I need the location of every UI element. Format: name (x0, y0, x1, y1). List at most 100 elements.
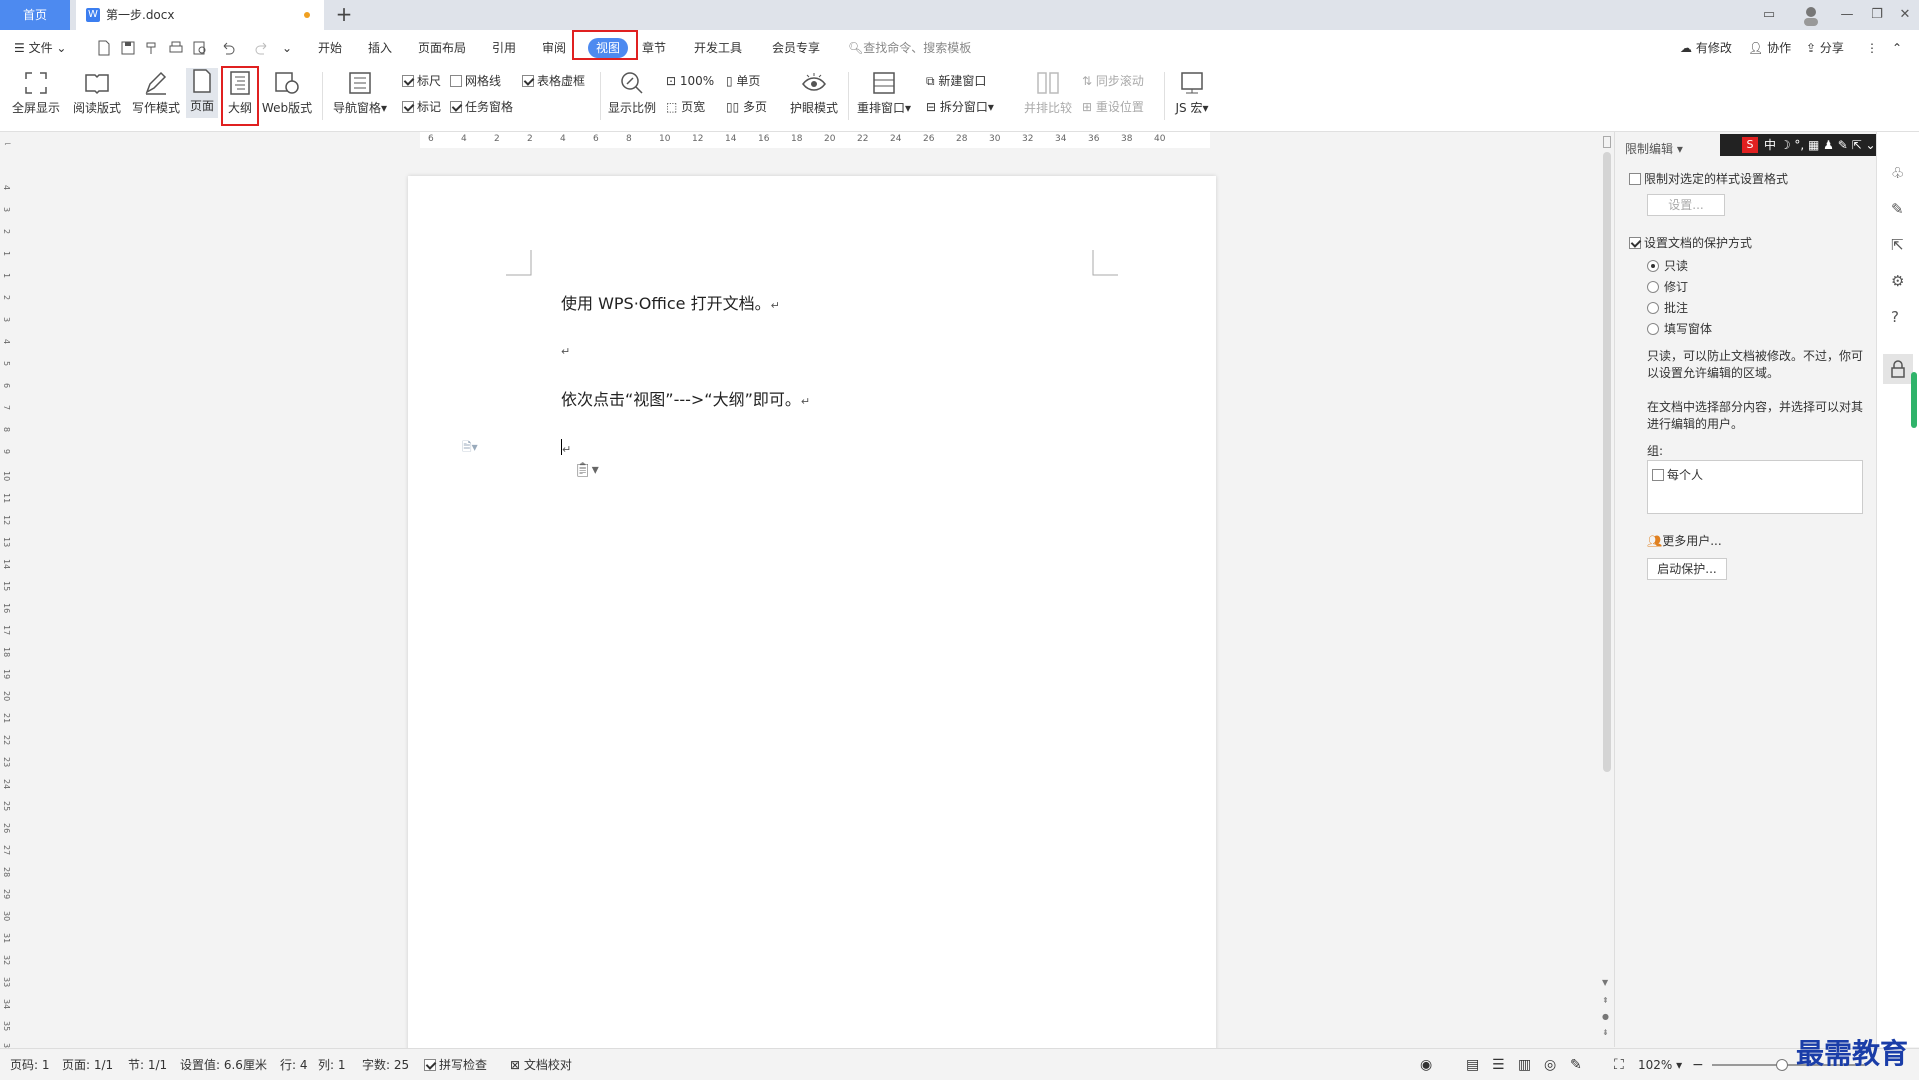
zoom-slider-thumb[interactable] (1776, 1059, 1788, 1071)
reset-position-button[interactable]: ⊞ 重设位置 (1082, 98, 1144, 116)
menu-start[interactable]: 开始 (318, 30, 342, 66)
print-icon[interactable] (168, 40, 184, 56)
scroll-down-icon[interactable]: ▼ (1602, 978, 1608, 987)
new-doc-icon[interactable] (96, 40, 112, 56)
collaborate-button[interactable]: 👤︎ 协作 (1748, 30, 1791, 66)
menu-insert[interactable]: 插入 (368, 30, 392, 66)
fit-page-icon[interactable]: ⛶ (1614, 1049, 1624, 1080)
status-pages[interactable]: 页面: 1/1 (62, 1049, 113, 1080)
outline-view-icon[interactable]: ☰ (1492, 1049, 1505, 1080)
read-mode-button[interactable]: 阅读版式 (70, 70, 124, 116)
select-browse-icon[interactable]: ● (1602, 1012, 1609, 1021)
doc-paragraph-3[interactable]: 依次点击“视图”--->“大纲”即可。↵ (561, 386, 810, 410)
command-search[interactable]: 🔍︎查找命令、搜索模板 (848, 30, 971, 66)
sync-scroll-button[interactable]: ⇅ 同步滚动 (1082, 72, 1144, 90)
zoom-button[interactable]: 显示比例 (604, 70, 660, 116)
more-users-link[interactable]: 👥︎更多用户... (1647, 532, 1722, 549)
ruler-checkbox[interactable]: 标尺 (402, 72, 441, 90)
eye-mode-icon[interactable]: ◉ (1420, 1049, 1432, 1080)
menu-dev-tools[interactable]: 开发工具 (694, 30, 742, 66)
radio-comment[interactable]: 批注 (1647, 299, 1688, 316)
zoom-100-button[interactable]: ⊡ 100% (666, 72, 714, 90)
minimize-button[interactable]: — (1836, 5, 1858, 25)
horizontal-ruler[interactable]: 6 4 2 2 4 6 8 10 12 14 16 18 20 22 24 26 28 30 32 34 36 38 40 (420, 132, 1210, 148)
write-mode-button[interactable]: 写作模式 (130, 70, 182, 116)
scroll-thumb[interactable] (1603, 152, 1611, 772)
web-view-button[interactable]: Web版式 (260, 70, 314, 116)
zoom-out-button[interactable]: − (1692, 1049, 1704, 1080)
table-frame-checkbox[interactable]: 表格虚框 (522, 72, 585, 90)
vertical-ruler[interactable]: 4 3 2 1 1 2 3 4 5 6 7 8 9 10 11 12 13 14 15 16 17 18 19 20 21 22 2… (0, 145, 16, 1053)
paragraph-handle-icon[interactable]: 🗎▾ (462, 438, 478, 459)
spell-check-button[interactable]: 拼写检查 (424, 1049, 487, 1080)
next-page-icon[interactable]: ⇟ (1602, 1028, 1609, 1037)
doc-paragraph-4[interactable]: ↵ (561, 438, 571, 457)
share-button[interactable]: ⇪ 分享 (1806, 30, 1844, 66)
menu-view[interactable]: 视图 (588, 38, 629, 58)
status-row[interactable]: 行: 4 (280, 1049, 308, 1080)
fullscreen-button[interactable]: 全屏显示 (10, 70, 62, 116)
document-page[interactable] (408, 176, 1216, 1056)
everyone-checkbox[interactable]: 每个人 (1652, 466, 1703, 483)
tab-document[interactable]: W 第一步.docx (76, 0, 324, 30)
menu-references[interactable]: 引用 (492, 30, 516, 66)
menu-chapter[interactable]: 章节 (642, 30, 666, 66)
zoom-level[interactable]: 102% ▾ (1638, 1049, 1682, 1080)
undo-icon[interactable] (220, 40, 236, 56)
nav-pane-button[interactable]: 导航窗格▾ (330, 70, 390, 116)
layout-icon[interactable]: ▭ (1758, 5, 1780, 25)
vertical-scrollbar[interactable]: ▼ ⇞ ● ⇟ (1600, 132, 1614, 1047)
menu-page-layout[interactable]: 页面布局 (418, 30, 466, 66)
style-icon[interactable]: ♧ (1891, 164, 1904, 182)
doc-paragraph-1[interactable]: 使用 WPS·Office 打开文档。↵ (561, 290, 780, 314)
tab-home[interactable]: 首页 (0, 0, 70, 30)
split-window-button[interactable]: ⊟ 拆分窗口▾ (926, 98, 994, 116)
group-list[interactable]: 每个人 (1647, 460, 1863, 514)
write-view-icon[interactable]: ✎ (1570, 1049, 1582, 1080)
page-view-icon[interactable]: ▤ (1466, 1049, 1479, 1080)
protect-mode-checkbox[interactable]: 设置文档的保护方式 (1629, 234, 1752, 251)
proofread-button[interactable]: ⊠ 文档校对 (510, 1049, 572, 1080)
collapse-ribbon-icon[interactable]: ⌃ (1892, 30, 1902, 66)
page-view-button[interactable]: 页面 (186, 68, 218, 118)
js-macro-button[interactable]: JS 宏▾ (1168, 70, 1216, 116)
restore-button[interactable]: ❐ (1866, 5, 1888, 25)
status-setting[interactable]: 设置值: 6.6厘米 (180, 1049, 267, 1080)
scroll-top-icon[interactable] (1603, 136, 1611, 148)
format-painter-icon[interactable] (144, 40, 160, 56)
radio-form[interactable]: 填写窗体 (1647, 320, 1712, 337)
start-protect-button[interactable]: 启动保护... (1647, 558, 1727, 580)
close-button[interactable]: ✕ (1894, 5, 1916, 25)
doc-paragraph-2[interactable]: ↵ (561, 340, 570, 359)
mark-checkbox[interactable]: 标记 (402, 98, 441, 116)
new-window-button[interactable]: ⧉ 新建窗口 (926, 72, 986, 90)
prev-page-icon[interactable]: ⇞ (1602, 996, 1609, 1005)
single-page-button[interactable]: ▯ 单页 (726, 72, 760, 90)
status-section[interactable]: 节: 1/1 (128, 1049, 167, 1080)
status-words[interactable]: 字数: 25 (362, 1049, 409, 1080)
redo-icon[interactable] (254, 40, 270, 56)
page-width-button[interactable]: ⬚ 页宽 (666, 98, 705, 116)
select-icon[interactable]: ⇱ (1891, 236, 1904, 254)
status-page[interactable]: 页码: 1 (10, 1049, 50, 1080)
lock-button[interactable] (1883, 354, 1913, 384)
arrange-window-button[interactable]: 重排窗口▾ (854, 70, 914, 116)
paste-options-icon[interactable]: 📋︎▾ (574, 462, 599, 478)
customize-icon[interactable]: ⌄ (282, 30, 292, 66)
settings-button[interactable]: 设置... (1647, 194, 1725, 216)
multi-page-button[interactable]: ▯▯ 多页 (726, 98, 767, 116)
outline-button[interactable]: 大纲 (223, 70, 257, 116)
settings-sliders-icon[interactable]: ⚙ (1891, 272, 1904, 290)
menu-member[interactable]: 会员专享 (772, 30, 820, 66)
status-col[interactable]: 列: 1 (318, 1049, 346, 1080)
gridline-checkbox[interactable]: 网格线 (450, 72, 501, 90)
edit-icon[interactable]: ✎ (1891, 200, 1904, 218)
menu-review[interactable]: 审阅 (542, 30, 566, 66)
task-pane-checkbox[interactable]: 任务窗格 (450, 98, 513, 116)
avatar[interactable] (1800, 4, 1822, 26)
web-view-icon[interactable]: ◎ (1544, 1049, 1556, 1080)
new-tab-button[interactable]: + (332, 3, 356, 27)
has-changes-button[interactable]: ☁ 有修改 (1680, 30, 1732, 66)
radio-revise[interactable]: 修订 (1647, 278, 1688, 295)
help-icon[interactable]: ? (1891, 308, 1899, 326)
